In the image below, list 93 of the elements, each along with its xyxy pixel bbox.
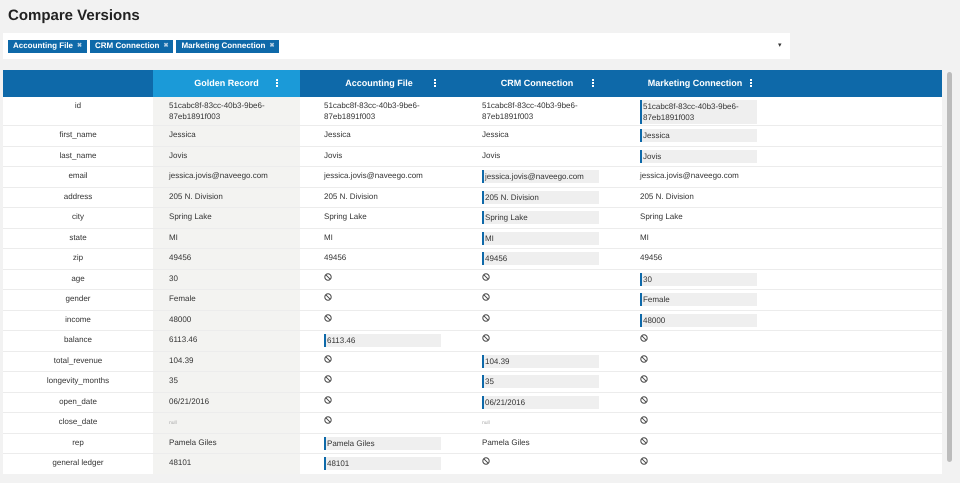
cell-value: 51cabc8f-83cc-40b3-9be6-87eb1891f003: [324, 100, 421, 122]
selected-value[interactable]: Jessica: [640, 129, 757, 142]
no-value-icon: [482, 293, 490, 301]
cell-value: 51cabc8f-83cc-40b3-9be6-87eb1891f003: [169, 100, 266, 122]
selected-value[interactable]: 48000: [640, 314, 757, 326]
cell-value: 205 N. Division: [324, 190, 379, 202]
no-value-icon: [640, 375, 648, 383]
selected-value[interactable]: 104.39: [482, 354, 599, 368]
cell-value: Female: [169, 293, 197, 304]
cell-value: MI: [640, 232, 650, 242]
cell-value: 49456: [324, 252, 348, 263]
field-name: address: [64, 192, 92, 200]
selected-value[interactable]: jessica.jovis@naveego.com: [482, 170, 599, 183]
field-name: gender: [66, 294, 90, 303]
column-header[interactable]: Marketing Connection: [616, 70, 774, 97]
column-header[interactable]: CRM Connection: [458, 70, 616, 97]
field-name: close_date: [58, 417, 98, 426]
selected-value[interactable]: MI: [482, 232, 599, 244]
cell-value: 51cabc8f-83cc-40b3-9be6-87eb1891f003: [482, 100, 579, 122]
cell-value: MI: [169, 232, 179, 242]
cell-value: Pamela Giles: [482, 436, 531, 448]
no-value-icon: [324, 396, 332, 404]
cell-value: 49456: [169, 252, 192, 263]
no-value-icon: [482, 272, 490, 280]
field-name: age: [71, 274, 85, 282]
cell-value: Jessica: [324, 129, 352, 140]
column-header[interactable]: Accounting File: [300, 70, 458, 97]
field-name: balance: [64, 335, 92, 344]
cell-value: Jovis: [482, 150, 502, 160]
cell-value: 35: [169, 375, 179, 386]
page-title: Compare Versions: [8, 6, 140, 26]
cell-value: jessica.jovis@naveego.com: [324, 170, 424, 181]
no-value-icon: [640, 396, 648, 404]
cell-value: jessica.jovis@naveego.com: [640, 170, 740, 181]
field-name: general ledger: [52, 458, 104, 467]
cell-value: 205 N. Division: [640, 190, 695, 202]
selected-value[interactable]: 205 N. Division: [482, 190, 599, 204]
no-value-icon: [324, 314, 332, 322]
no-value-icon: [482, 457, 490, 465]
no-value-icon: [640, 334, 648, 342]
no-value-icon: [324, 354, 332, 362]
no-value-icon: [640, 436, 648, 444]
field-name: longevity_months: [46, 376, 110, 385]
no-value-icon: [324, 416, 332, 424]
selected-value[interactable]: Pamela Giles: [324, 436, 441, 450]
cell-value: 49456: [640, 252, 664, 263]
cell-value: Jessica: [169, 129, 197, 140]
selected-value[interactable]: 51cabc8f-83cc-40b3-9be6-87eb1891f003: [640, 100, 757, 124]
cell-value: 104.39: [169, 354, 194, 366]
selected-value[interactable]: 48101: [324, 457, 441, 470]
selected-value[interactable]: 6113.46: [324, 334, 441, 347]
cell-value: Pamela Giles: [169, 436, 218, 448]
cell-value: Jovis: [169, 150, 188, 160]
cell-value: Spring Lake: [324, 211, 368, 222]
field-name: last_name: [60, 150, 96, 160]
scrollbar-thumb[interactable]: [947, 72, 952, 462]
field-name: first_name: [59, 130, 97, 139]
field-name: id: [74, 101, 82, 110]
selected-value[interactable]: Female: [640, 293, 757, 306]
no-value-icon: [482, 314, 490, 322]
field-name: email: [68, 171, 88, 180]
selected-value[interactable]: 49456: [482, 252, 599, 265]
cell-value: 6113.46: [169, 334, 198, 345]
field-name: zip: [72, 253, 84, 262]
cell-value: Jovis: [324, 150, 344, 160]
field-name: income: [65, 314, 91, 324]
cell-value: 06/21/2016: [169, 396, 210, 406]
no-value-icon: [640, 416, 648, 424]
cell-value: Spring Lake: [169, 211, 213, 222]
cell-value: 205 N. Division: [169, 190, 224, 202]
cell-value: jessica.jovis@naveego.com: [169, 170, 269, 181]
cell-value: 48000: [169, 314, 192, 324]
field-name: total_revenue: [54, 356, 102, 364]
no-value-icon: [640, 457, 648, 465]
field-name: city: [72, 212, 84, 221]
selected-value[interactable]: Jovis: [640, 150, 757, 162]
no-value-icon: [640, 354, 648, 362]
cell-value: MI: [324, 232, 334, 242]
selected-value[interactable]: Spring Lake: [482, 211, 599, 224]
selected-value[interactable]: 06/21/2016: [482, 396, 599, 408]
cell-value: 48101: [169, 457, 192, 468]
field-name: rep: [72, 438, 84, 446]
no-value-icon: [324, 272, 332, 280]
selected-value[interactable]: 35: [482, 375, 599, 388]
selected-value[interactable]: 30: [640, 272, 757, 286]
no-value-icon: [324, 293, 332, 301]
no-value-icon: [324, 375, 332, 383]
cell-value: Jessica: [482, 129, 510, 140]
field-name: state: [69, 232, 87, 242]
no-value-icon: [482, 334, 490, 342]
field-name: open_date: [59, 396, 97, 406]
cell-value: 30: [169, 272, 179, 284]
cell-value: Spring Lake: [640, 211, 684, 222]
